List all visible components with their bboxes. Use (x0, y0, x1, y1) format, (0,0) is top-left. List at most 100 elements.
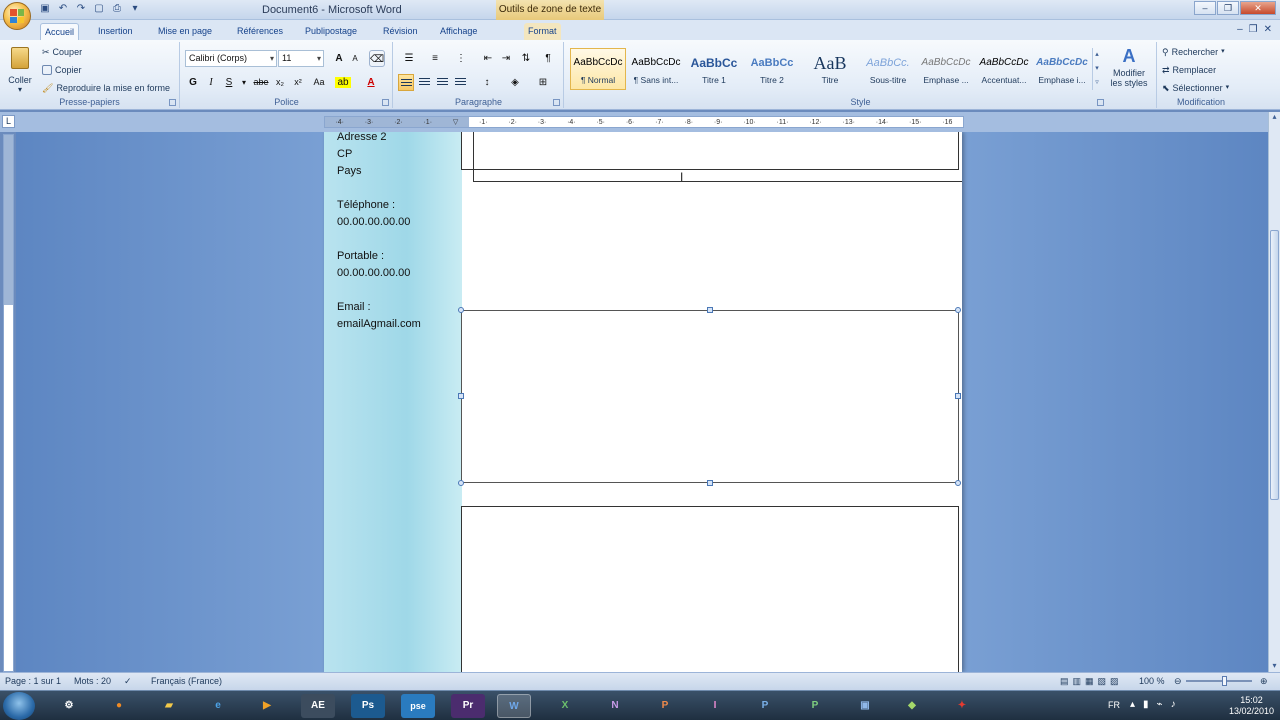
grow-font-button[interactable]: A (331, 50, 347, 67)
resize-handle-w[interactable] (458, 393, 464, 399)
line-spacing-icon[interactable]: ↕ (476, 74, 498, 91)
resize-handle-ne[interactable] (955, 307, 961, 313)
tab-accueil[interactable]: Accueil (40, 23, 80, 40)
vertical-ruler[interactable] (3, 134, 14, 672)
network-icon[interactable]: ▮ (1143, 699, 1149, 710)
redo-icon[interactable]: ↷ (74, 2, 88, 16)
change-styles-button[interactable]: A Modifier les styles (1105, 44, 1153, 96)
address-line[interactable]: Adresse 2 (337, 132, 387, 143)
style-titre1[interactable]: AaBbCc Titre 1 (686, 48, 742, 90)
tools-icon[interactable]: ⚙ (52, 694, 86, 718)
bullets-icon[interactable]: ☰ (398, 50, 420, 67)
font-name-select[interactable]: Calibri (Corps) (185, 50, 277, 67)
shrink-font-button[interactable]: A (347, 50, 363, 67)
resize-handle-n[interactable] (707, 307, 713, 313)
media-icon[interactable]: ▶ (250, 694, 284, 718)
change-case-button[interactable]: Aa (309, 74, 329, 91)
tray-arrow-icon[interactable]: ▴ (1130, 699, 1135, 710)
paste-button[interactable]: Coller ▾ (6, 45, 34, 97)
resize-handle-s[interactable] (707, 480, 713, 486)
word-count[interactable]: Mots : 20 (74, 676, 111, 686)
undo-icon[interactable]: ↶ (56, 2, 70, 16)
mobile-label[interactable]: Portable : (337, 250, 384, 262)
firefox-icon[interactable]: ● (102, 694, 136, 718)
select-button[interactable]: ⬉ Sélectionner ▾ (1162, 80, 1229, 96)
onenote-icon[interactable]: N (598, 694, 632, 718)
tab-format[interactable]: Format (524, 23, 561, 40)
tab-publipostage[interactable]: Publipostage (301, 23, 361, 40)
shading-icon[interactable]: ◈ (504, 74, 526, 91)
sort-icon[interactable]: ⇅ (518, 50, 534, 67)
font-color-icon[interactable]: A (363, 74, 379, 91)
font-dialog-launcher[interactable] (382, 99, 389, 106)
view-buttons-icon[interactable]: ▤▥▦▧▨ (1060, 676, 1123, 687)
project-icon[interactable]: P (798, 694, 832, 718)
styles-dialog-launcher[interactable] (1097, 99, 1104, 106)
restore-doc-icon[interactable]: ❐ (1249, 24, 1258, 35)
minimize-ribbon-icon[interactable]: – (1237, 24, 1243, 35)
align-center-icon[interactable] (416, 74, 432, 91)
vertical-scrollbar[interactable]: ▴ ▾ (1268, 112, 1280, 672)
style-sans-interligne[interactable]: AaBbCcDc ¶ Sans int... (628, 48, 684, 90)
close-button[interactable]: ✕ (1240, 1, 1276, 15)
style-normal[interactable]: AaBbCcDc ¶ Normal (570, 48, 626, 90)
italic-button[interactable]: I (203, 74, 219, 91)
tab-selector-icon[interactable]: L (2, 115, 15, 128)
show-formatting-icon[interactable]: ¶ (540, 50, 556, 67)
publisher-icon[interactable]: P (748, 694, 782, 718)
resize-handle-nw[interactable] (458, 307, 464, 313)
paste-dropdown-icon[interactable]: ▾ (6, 85, 34, 94)
zoom-level[interactable]: 100 % (1139, 676, 1165, 686)
page-count[interactable]: Page : 1 sur 1 (5, 676, 61, 686)
clear-format-icon[interactable]: ⌫ (369, 50, 385, 67)
decrease-indent-icon[interactable]: ⇤ (480, 50, 496, 67)
new-doc-icon[interactable]: ▢ (92, 2, 106, 16)
zoom-knob[interactable] (1222, 676, 1227, 686)
increase-indent-icon[interactable]: ⇥ (498, 50, 514, 67)
text-box-selected[interactable] (461, 310, 959, 483)
phone-label[interactable]: Téléphone : (337, 199, 395, 211)
multilevel-list-icon[interactable]: ⋮ (450, 50, 472, 67)
language-status[interactable]: Français (France) (151, 676, 222, 686)
style-accentuation[interactable]: AaBbCcDc Accentuat... (976, 48, 1032, 90)
zoom-in-icon[interactable]: ⊕ (1260, 676, 1268, 687)
align-left-icon[interactable] (398, 74, 414, 91)
superscript-button[interactable]: x² (290, 74, 306, 91)
font-size-select[interactable]: 11 (278, 50, 324, 67)
text-box-top[interactable] (461, 132, 959, 170)
underline-dropdown-icon[interactable]: ▾ (236, 74, 252, 91)
restore-button[interactable]: ❐ (1217, 1, 1239, 15)
acrobat-icon[interactable]: ✦ (945, 694, 979, 718)
bold-button[interactable]: G (185, 74, 201, 91)
office-button[interactable] (3, 2, 31, 30)
volume-icon[interactable]: ♪ (1171, 699, 1176, 710)
align-right-icon[interactable] (434, 74, 450, 91)
minimize-button[interactable]: – (1194, 1, 1216, 15)
format-painter-button[interactable]: 🖌 Reproduire la mise en forme (42, 80, 170, 96)
photoshop-icon[interactable]: Ps (351, 694, 385, 718)
email-value[interactable]: emailAgmail.com (337, 318, 421, 330)
style-emphase-intense[interactable]: AaBbCcDc Emphase i... (1034, 48, 1090, 90)
tab-mise-en-page[interactable]: Mise en page (154, 23, 216, 40)
phone-value[interactable]: 00.00.00.00.00 (337, 216, 410, 228)
print-icon[interactable]: ⎙ (110, 2, 124, 16)
proofing-icon[interactable]: ✓ (124, 676, 132, 687)
power-icon[interactable]: ⌁ (1157, 699, 1163, 710)
styles-scroll[interactable]: ▴ ▾ ▿ (1092, 48, 1101, 90)
scrollbar-thumb[interactable] (1270, 230, 1279, 500)
excel-icon[interactable]: X (548, 694, 582, 718)
close-doc-icon[interactable]: ✕ (1264, 24, 1272, 35)
highlight-icon[interactable]: ab (335, 74, 351, 91)
resize-handle-se[interactable] (955, 480, 961, 486)
justify-icon[interactable] (452, 74, 468, 91)
style-sous-titre[interactable]: AaBbCc. Sous-titre (860, 48, 916, 90)
tab-insertion[interactable]: Insertion (94, 23, 137, 40)
tab-references[interactable]: Références (233, 23, 287, 40)
after-effects-icon[interactable]: AE (301, 694, 335, 718)
visio-icon[interactable]: ▣ (848, 694, 882, 718)
zoom-slider[interactable] (1186, 680, 1252, 682)
zoom-out-icon[interactable]: ⊖ (1174, 676, 1182, 687)
resize-handle-e[interactable] (955, 393, 961, 399)
document-page[interactable]: Adresse 2 CP Pays Téléphone : 00.00.00.0… (324, 132, 962, 672)
copy-button[interactable]: Copier (42, 62, 82, 78)
